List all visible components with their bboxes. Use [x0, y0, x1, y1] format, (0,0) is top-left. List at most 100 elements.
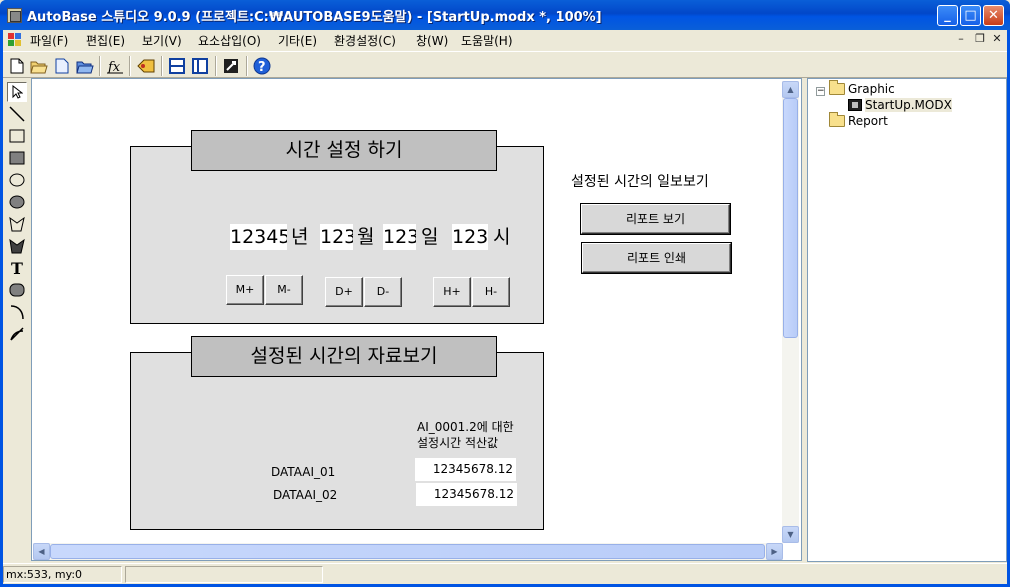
- new-file-icon[interactable]: [6, 55, 28, 77]
- svg-text:fx: fx: [107, 60, 121, 74]
- day-field[interactable]: 12345678: [383, 224, 416, 250]
- pie-tool-icon[interactable]: [7, 324, 27, 344]
- report-title: 설정된 시간의 일보보기: [571, 174, 709, 190]
- arc-tool-icon[interactable]: [7, 302, 27, 322]
- day-plus-button[interactable]: D+: [325, 277, 363, 307]
- menu-edit[interactable]: 편집(E): [86, 32, 125, 49]
- data-caption-line2: 설정시간 적산값: [417, 436, 499, 450]
- horizontal-scroll-thumb[interactable]: [50, 544, 765, 559]
- horizontal-scrollbar[interactable]: ◀ ▶: [33, 543, 783, 560]
- polygon-tool-icon[interactable]: [7, 214, 27, 234]
- tree-item-label: Graphic: [848, 82, 895, 96]
- help-icon[interactable]: ?: [251, 55, 273, 77]
- tree-item-report[interactable]: Report: [829, 112, 888, 128]
- day-minus-button[interactable]: D-: [364, 277, 402, 307]
- rectangle-tool-icon[interactable]: [7, 126, 27, 146]
- tag-icon[interactable]: [135, 55, 157, 77]
- scroll-down-button[interactable]: ▼: [782, 526, 799, 543]
- open-folder-icon[interactable]: [28, 55, 50, 77]
- data-view-header: 설정된 시간의 자료보기: [191, 336, 497, 377]
- project-tree: − Graphic StartUp.MODX Report: [807, 78, 1007, 562]
- collapse-icon[interactable]: −: [816, 87, 825, 96]
- minimize-button[interactable]: _: [937, 5, 958, 26]
- month-field[interactable]: 12345678: [320, 224, 353, 250]
- tree-item-startup[interactable]: StartUp.MODX: [848, 98, 952, 112]
- scroll-right-button[interactable]: ▶: [766, 543, 783, 560]
- maximize-button[interactable]: □: [960, 5, 981, 26]
- open-page-icon[interactable]: [74, 55, 96, 77]
- data-row-value: 12345678.12: [415, 458, 516, 481]
- text-tool-icon[interactable]: T: [7, 258, 27, 278]
- screen-file-icon: [848, 99, 862, 111]
- toolbar-separator: [215, 56, 217, 76]
- toolbar: fx ?: [3, 51, 1007, 78]
- svg-text:T: T: [11, 260, 23, 276]
- line-tool-icon[interactable]: [7, 104, 27, 124]
- hour-unit-label: 시: [493, 226, 511, 248]
- menu-file[interactable]: 파일(F): [30, 32, 68, 49]
- script-icon[interactable]: fx: [104, 55, 126, 77]
- status-panel: [125, 566, 323, 583]
- year-unit-label: 년: [291, 226, 309, 248]
- time-setting-header: 시간 설정 하기: [191, 130, 497, 171]
- folder-icon: [829, 112, 845, 127]
- filled-rectangle-tool-icon[interactable]: [7, 148, 27, 168]
- data-row-label: DATAAI_01: [271, 465, 336, 479]
- menu-view[interactable]: 보기(V): [142, 32, 182, 49]
- client-area: 파일(F) 편집(E) 보기(V) 요소삽입(O) 기타(E) 환경설정(C) …: [3, 30, 1007, 584]
- mdi-restore-button[interactable]: ❐: [973, 32, 987, 46]
- ellipse-tool-icon[interactable]: [7, 170, 27, 190]
- menu-window[interactable]: 창(W): [416, 32, 448, 49]
- toolbar-separator: [99, 56, 101, 76]
- month-minus-button[interactable]: M-: [265, 275, 303, 305]
- menu-settings[interactable]: 환경설정(C): [334, 32, 396, 49]
- month-plus-button[interactable]: M+: [226, 275, 264, 305]
- new-page-icon[interactable]: [51, 55, 73, 77]
- pointer-icon[interactable]: [7, 82, 27, 102]
- month-unit-label: 월: [357, 226, 375, 248]
- folder-icon: [829, 80, 845, 95]
- toolbar-separator: [246, 56, 248, 76]
- filled-ellipse-tool-icon[interactable]: [7, 192, 27, 212]
- tree-item-label: Report: [848, 114, 888, 128]
- menu-etc[interactable]: 기타(E): [278, 32, 317, 49]
- app-icon: [7, 8, 22, 23]
- day-unit-label: 일: [421, 226, 439, 248]
- mouse-coordinates: mx:533, my:0: [3, 566, 122, 583]
- menu-insert[interactable]: 요소삽입(O): [198, 32, 261, 49]
- status-bar: mx:533, my:0: [3, 563, 1007, 584]
- hour-field[interactable]: 12345678: [452, 224, 488, 250]
- menu-help[interactable]: 도움말(H): [461, 32, 513, 49]
- toolbar-separator: [161, 56, 163, 76]
- mdi-close-button[interactable]: ✕: [990, 32, 1004, 46]
- scroll-left-button[interactable]: ◀: [33, 543, 50, 560]
- window-title: AutoBase 스튜디오 9.0.9 (프로젝트:C:₩AUTOBASE9도움…: [27, 10, 602, 25]
- vertical-scrollbar[interactable]: ▲ ▼: [782, 81, 799, 543]
- hour-plus-button[interactable]: H+: [433, 277, 471, 307]
- year-field[interactable]: 12345678: [230, 224, 287, 250]
- report-view-button[interactable]: 리포트 보기: [581, 204, 730, 234]
- document-icon[interactable]: [8, 33, 22, 47]
- drawing-palette: T: [5, 82, 29, 382]
- mdi-minimize-button[interactable]: –: [954, 32, 968, 46]
- hour-minus-button[interactable]: H-: [472, 277, 510, 307]
- app-window: AutoBase 스튜디오 9.0.9 (프로젝트:C:₩AUTOBASE9도움…: [0, 0, 1010, 587]
- split-vertical-icon[interactable]: [189, 55, 211, 77]
- svg-text:?: ?: [258, 60, 266, 75]
- run-icon[interactable]: [220, 55, 242, 77]
- menu-bar: 파일(F) 편집(E) 보기(V) 요소삽입(O) 기타(E) 환경설정(C) …: [3, 30, 1007, 50]
- data-caption-line1: AI_0001.2에 대한: [417, 420, 514, 434]
- toolbar-separator: [129, 56, 131, 76]
- data-row-value: 12345678.12: [416, 483, 517, 506]
- tree-item-graphic[interactable]: Graphic: [829, 80, 895, 96]
- split-horizontal-icon[interactable]: [166, 55, 188, 77]
- round-rectangle-tool-icon[interactable]: [7, 280, 27, 300]
- data-row-label: DATAAI_02: [273, 488, 338, 502]
- scroll-up-button[interactable]: ▲: [782, 81, 799, 98]
- vertical-scroll-thumb[interactable]: [783, 98, 798, 338]
- tree-item-label: StartUp.MODX: [865, 98, 952, 112]
- title-bar[interactable]: AutoBase 스튜디오 9.0.9 (프로젝트:C:₩AUTOBASE9도움…: [0, 0, 1010, 30]
- report-print-button[interactable]: 리포트 인쇄: [582, 243, 731, 273]
- filled-polygon-tool-icon[interactable]: [7, 236, 27, 256]
- close-button[interactable]: ✕: [983, 5, 1004, 26]
